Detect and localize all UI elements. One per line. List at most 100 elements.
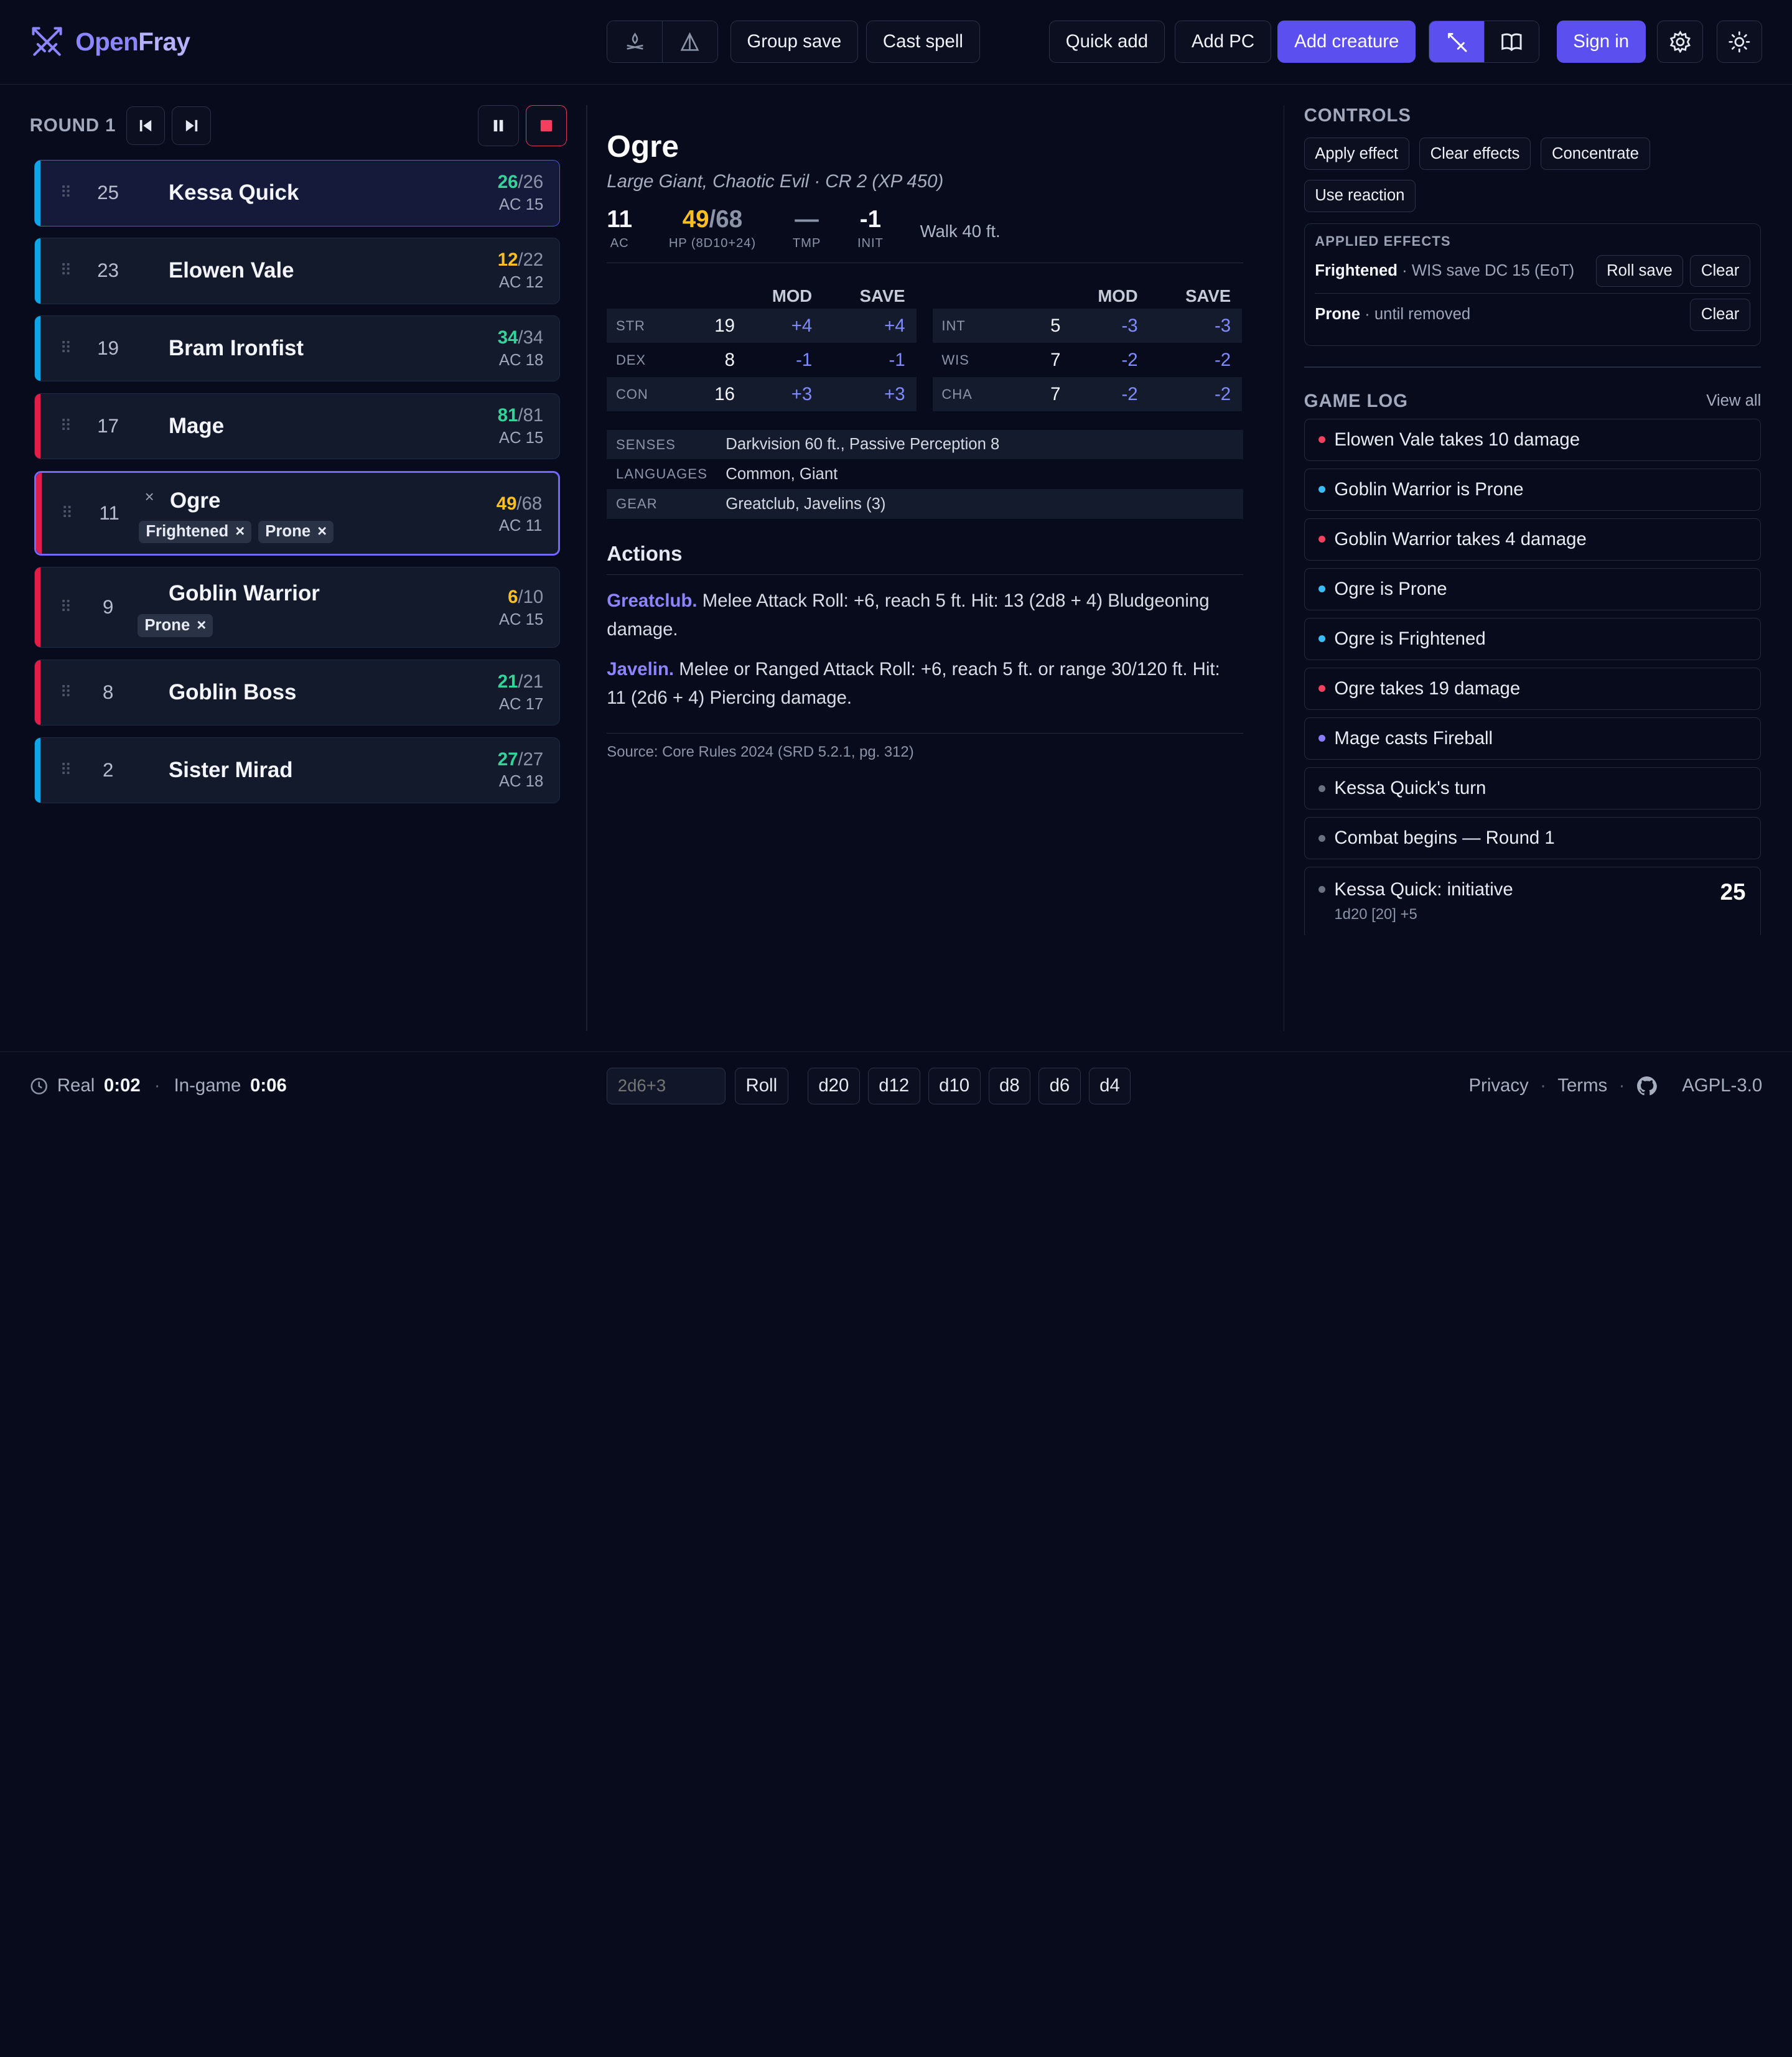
next-turn-button[interactable] [172,106,211,146]
brand-logo[interactable]: OpenFray [30,25,190,59]
saving-throw[interactable]: +3 [823,377,917,412]
quick-add-button[interactable]: Quick add [1049,21,1165,63]
ability-modifier[interactable]: -3 [1065,309,1149,343]
drag-handle-icon[interactable]: ⠿ [60,339,72,358]
roll-button[interactable]: Roll [734,1067,788,1104]
ability-modifier[interactable]: -2 [1065,343,1149,377]
drag-handle-icon[interactable]: ⠿ [60,683,72,702]
roll-save-button[interactable]: Roll save [1595,254,1684,287]
die-d12-button[interactable]: d12 [867,1067,920,1104]
theme-toggle-button[interactable] [1716,21,1763,63]
app-root: OpenFray Group save Cast spell Quick add… [0,0,1792,1120]
pause-combat-button[interactable] [477,105,519,147]
cast-spell-button[interactable]: Cast spell [866,21,980,63]
terms-link[interactable]: Terms [1557,1075,1607,1096]
group-save-button[interactable]: Group save [730,21,858,63]
die-d8-button[interactable]: d8 [988,1067,1031,1104]
hit-points[interactable]: 21/21 [498,671,544,693]
dice-expression-input[interactable] [607,1067,726,1104]
action-name[interactable]: Greatclub. [607,590,697,611]
stop-combat-button[interactable] [525,105,567,147]
ability-modifier[interactable]: +4 [739,309,824,343]
saving-throw[interactable]: -2 [1149,377,1243,412]
hit-points[interactable]: 12/22 [498,250,544,271]
ability-name: STR [607,309,687,343]
campfire-button[interactable] [607,21,663,62]
combat-view-button[interactable] [1429,21,1485,62]
view-all-link[interactable]: View all [1706,392,1761,410]
hit-points[interactable]: 27/27 [498,749,544,770]
skip-back-icon [139,119,152,132]
hit-points[interactable]: 34/34 [498,327,544,348]
initiative-row[interactable]: ⠿ 2 Sister Mirad 27/27 AC 18 [34,737,560,804]
die-d10-button[interactable]: d10 [928,1067,981,1104]
temp-hp-stat[interactable]: — TMP [793,206,821,251]
saving-throw[interactable]: -3 [1149,309,1243,343]
ac-value: 11 [607,205,633,233]
clear-effects-button[interactable]: Clear effects [1419,138,1531,170]
remove-condition-icon[interactable]: × [235,523,245,541]
drag-handle-icon[interactable]: ⠿ [60,598,72,617]
round-controls: ROUND 1 [30,105,567,147]
save-header: SAVE [1185,286,1231,306]
drag-handle-icon[interactable]: ⠿ [60,261,72,280]
armor-class: AC 18 [498,773,544,791]
trait-row: GEAR Greatclub, Javelins (3) [607,489,1244,519]
effect-actions: Roll save Clear [1595,254,1750,287]
hit-points[interactable]: 49/68 [497,493,543,515]
sign-in-button[interactable]: Sign in [1556,21,1646,63]
ability-name: INT [932,309,1013,343]
quick-stats: 11 AC 49/68 HP (8D10+24) — TMP -1 INIT W… [607,205,1244,263]
armor-class: AC 15 [498,429,544,447]
initiative-row[interactable]: ⠿ 8 Goblin Boss 21/21 AC 17 [34,659,560,726]
github-icon[interactable] [1636,1076,1657,1096]
reference-view-button[interactable] [1484,21,1539,62]
initiative-row[interactable]: ⠿ 23 Elowen Vale 12/22 AC 12 [34,237,560,304]
clear-effect-button[interactable]: Clear [1690,299,1750,331]
die-d4-button[interactable]: d4 [1088,1067,1131,1104]
drag-handle-icon[interactable]: ⠿ [60,417,72,436]
ability-modifier[interactable]: +3 [739,377,824,412]
deselect-icon[interactable]: × [145,488,154,506]
hp-current: 34 [497,327,518,348]
hit-points[interactable]: 81/81 [498,405,544,426]
drag-handle-icon[interactable]: ⠿ [60,761,72,780]
die-d20-button[interactable]: d20 [807,1067,860,1104]
hp-current: 21 [497,671,518,692]
use-reaction-button[interactable]: Use reaction [1304,180,1416,212]
apply-effect-button[interactable]: Apply effect [1304,138,1409,170]
initiative-row[interactable]: ⠿ 17 Mage 81/81 AC 15 [34,393,560,460]
init-value: -1 [859,205,882,233]
saving-throw[interactable]: -1 [824,343,917,377]
ability-modifier[interactable]: -1 [739,343,823,377]
die-d6-button[interactable]: d6 [1038,1067,1081,1104]
add-creature-button[interactable]: Add creature [1277,21,1416,63]
remove-condition-icon[interactable]: × [317,523,327,541]
trait-key: LANGUAGES [615,466,708,482]
drag-handle-icon[interactable]: ⠿ [60,184,72,202]
condition-tags: Prone × [138,614,213,637]
concentrate-button[interactable]: Concentrate [1541,138,1650,170]
privacy-link[interactable]: Privacy [1468,1075,1528,1096]
clear-effect-button[interactable]: Clear [1690,254,1750,287]
saving-throw[interactable]: +4 [823,309,917,343]
remove-condition-icon[interactable]: × [197,617,206,635]
hit-points[interactable]: 6/10 [508,587,543,608]
initiative-row[interactable]: ⠿ 25 Kessa Quick 26/26 AC 15 [34,160,560,226]
applied-effects-panel: APPLIED EFFECTS Frightened · WIS save DC… [1304,223,1762,346]
effect-detail: · until removed [1360,306,1471,324]
initiative-row[interactable]: ⠿ 19 Bram Ironfist 34/34 AC 18 [34,315,560,382]
action-name[interactable]: Javelin. [607,659,674,679]
previous-turn-button[interactable] [126,106,166,146]
add-pc-button[interactable]: Add PC [1175,21,1271,63]
ability-modifier[interactable]: -2 [1065,377,1149,412]
settings-button[interactable] [1657,21,1703,63]
initiative-row[interactable]: ⠿ 11 Ogre × 49/68 AC 11 Frightened × Prone × [34,470,560,556]
saving-throw[interactable]: -2 [1149,343,1242,377]
initiative-row[interactable]: ⠿ 9 Goblin Warrior 6/10 AC 15 Prone × [34,566,560,648]
hit-points-stat[interactable]: 49/68 HP (8D10+24) [669,206,756,251]
tent-button[interactable] [662,21,717,62]
hit-points[interactable]: 26/26 [498,172,544,193]
drag-handle-icon[interactable]: ⠿ [62,504,73,523]
ability-score: 7 [1012,377,1065,412]
